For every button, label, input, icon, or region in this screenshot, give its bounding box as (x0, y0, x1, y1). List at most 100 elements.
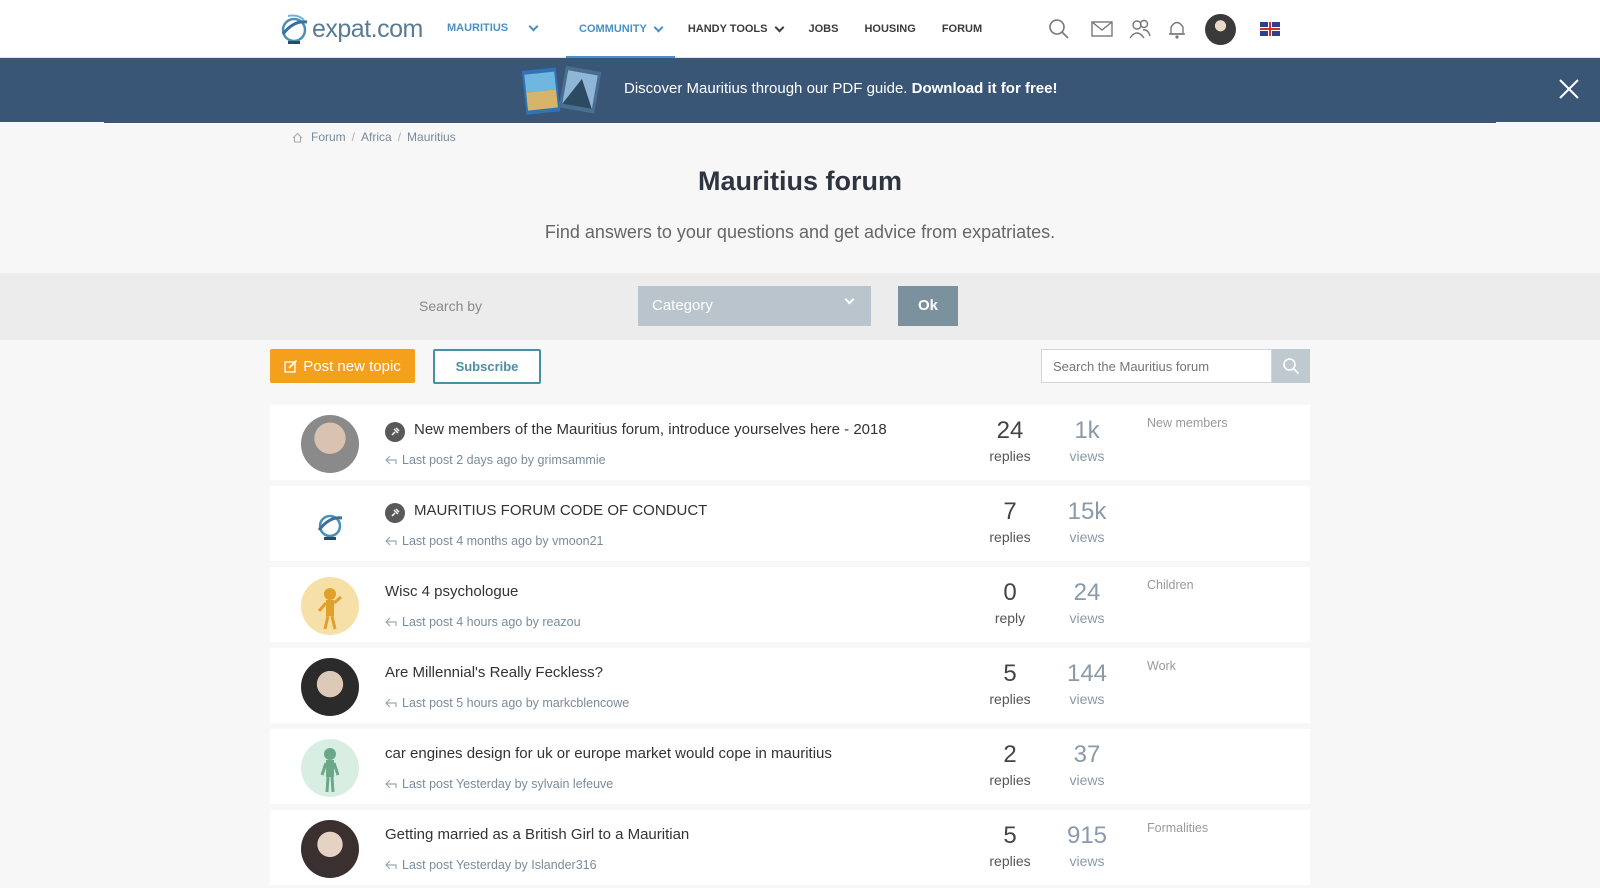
breadcrumb-forum[interactable]: Forum (311, 130, 346, 144)
reply-icon (385, 617, 397, 627)
main-nav: COMMUNITY HANDY TOOLS JOBS HOUSING FORUM (566, 0, 995, 59)
reply-icon (385, 860, 397, 870)
topic-last-post: Last post 5 hours ago by markcblencowe (385, 696, 629, 710)
replies-count: 5 replies (989, 822, 1031, 869)
reply-icon (385, 536, 397, 546)
pdf-guide-image (522, 65, 602, 115)
breadcrumb-separator: / (397, 130, 402, 144)
author-avatar[interactable] (301, 577, 359, 635)
topic-row[interactable]: Wisc 4 psychologue Last post 4 hours ago… (270, 567, 1310, 642)
breadcrumb: Forum / Africa / Mauritius (292, 130, 456, 144)
topic-title[interactable]: Getting married as a British Girl to a M… (385, 826, 689, 843)
topic-title[interactable]: Are Millennial's Really Feckless? (385, 664, 603, 681)
topic-row[interactable]: Are Millennial's Really Feckless? Last p… (270, 648, 1310, 723)
forum-hero (0, 123, 1600, 273)
chevron-down-icon (653, 22, 664, 32)
edit-icon (284, 359, 298, 373)
replies-count: 24 replies (989, 417, 1031, 464)
topic-category[interactable]: Work (1147, 659, 1176, 673)
views-count: 15k views (1067, 498, 1107, 545)
globe-logo-icon (317, 514, 343, 540)
site-logo[interactable]: expat.com (280, 12, 423, 46)
category-select-value: Category (652, 297, 713, 314)
search-icon[interactable] (1048, 18, 1070, 40)
user-avatar[interactable] (1205, 14, 1236, 45)
replies-count: 0 reply (994, 579, 1026, 626)
ok-button[interactable]: Ok (898, 286, 958, 326)
replies-count: 7 replies (989, 498, 1031, 545)
author-avatar[interactable] (301, 820, 359, 878)
chevron-down-icon (528, 21, 539, 31)
uk-flag-icon[interactable] (1260, 22, 1280, 36)
close-icon[interactable] (1556, 76, 1582, 102)
pin-icon (385, 422, 405, 442)
topic-row[interactable]: car engines design for uk or europe mark… (270, 729, 1310, 804)
author-avatar[interactable] (301, 415, 359, 473)
pin-icon (385, 503, 405, 523)
breadcrumb-mauritius[interactable]: Mauritius (407, 130, 456, 144)
replies-count: 2 replies (989, 741, 1031, 788)
home-icon[interactable] (292, 132, 303, 143)
author-avatar[interactable] (301, 496, 359, 554)
topic-last-post: Last post 2 days ago by grimsammie (385, 453, 606, 467)
search-icon (1283, 358, 1300, 375)
default-avatar-figure (320, 748, 340, 793)
contacts-icon[interactable] (1129, 18, 1151, 40)
reply-icon (385, 779, 397, 789)
views-count: 915 views (1066, 822, 1108, 869)
page-title: Mauritius forum (697, 166, 902, 196)
reply-icon (385, 698, 397, 708)
topic-last-post: Last post 4 hours ago by reazou (385, 615, 581, 629)
country-selector[interactable]: MAURITIUS (447, 21, 539, 34)
subscribe-button[interactable]: Subscribe (433, 349, 541, 384)
breadcrumb-africa[interactable]: Africa (361, 130, 392, 144)
views-count: 1k views (1069, 417, 1105, 464)
views-count: 37 views (1069, 741, 1105, 788)
mail-icon[interactable] (1091, 18, 1113, 40)
topic-last-post: Last post Yesterday by sylvain lefeuve (385, 777, 613, 791)
topic-category[interactable]: New members (1147, 416, 1228, 430)
nav-housing[interactable]: HOUSING (851, 0, 928, 58)
nav-forum[interactable]: FORUM (929, 0, 995, 58)
topic-last-post: Last post 4 months ago by vmoon21 (385, 534, 604, 548)
views-count: 144 views (1066, 660, 1108, 707)
globe-logo-icon (281, 14, 308, 44)
author-avatar[interactable] (301, 658, 359, 716)
chevron-down-icon (844, 294, 855, 305)
topic-list: New members of the Mauritius forum, intr… (270, 405, 1310, 888)
bell-icon[interactable] (1166, 18, 1188, 40)
topic-title[interactable]: car engines design for uk or europe mark… (385, 745, 832, 762)
topic-row[interactable]: New members of the Mauritius forum, intr… (270, 405, 1310, 480)
topic-last-post: Last post Yesterday by Islander316 (385, 858, 597, 872)
banner-message: Discover Mauritius through our PDF guide… (624, 80, 1057, 97)
topic-category[interactable]: Children (1147, 578, 1194, 592)
nav-community[interactable]: COMMUNITY (566, 0, 675, 59)
chevron-down-icon (774, 22, 784, 32)
forum-search-button[interactable] (1272, 349, 1310, 383)
logo-text: expat.com (312, 14, 423, 43)
post-new-topic-label: Post new topic (303, 357, 401, 375)
banner-download-link[interactable]: Download it for free! (912, 80, 1058, 97)
search-by-label: Search by (419, 298, 483, 314)
topic-category[interactable]: Formalities (1147, 821, 1208, 835)
nav-handy-tools[interactable]: HANDY TOOLS (675, 0, 796, 58)
nav-jobs[interactable]: JOBS (796, 0, 852, 58)
banner-text: Discover Mauritius through our PDF guide… (624, 80, 908, 97)
default-avatar-figure (317, 588, 342, 630)
promo-banner: Discover Mauritius through our PDF guide… (0, 58, 1600, 122)
author-avatar[interactable] (301, 739, 359, 797)
breadcrumb-separator: / (351, 130, 356, 144)
topic-row[interactable]: Getting married as a British Girl to a M… (270, 810, 1310, 885)
category-select[interactable]: Category (638, 286, 871, 326)
topic-title[interactable]: New members of the Mauritius forum, intr… (414, 421, 887, 438)
topic-row[interactable]: MAURITIUS FORUM CODE OF CONDUCT Last pos… (270, 486, 1310, 561)
country-label: MAURITIUS (447, 22, 509, 34)
page-subtitle: Find answers to your questions and get a… (544, 222, 1056, 242)
topic-title[interactable]: Wisc 4 psychologue (385, 583, 518, 600)
post-new-topic-button[interactable]: Post new topic (270, 349, 415, 383)
replies-count: 5 replies (989, 660, 1031, 707)
topic-title[interactable]: MAURITIUS FORUM CODE OF CONDUCT (414, 502, 707, 519)
forum-search-input[interactable] (1041, 349, 1272, 383)
views-count: 24 views (1069, 579, 1105, 626)
top-navbar: expat.com MAURITIUS COMMUNITY HANDY TOOL… (0, 0, 1600, 59)
